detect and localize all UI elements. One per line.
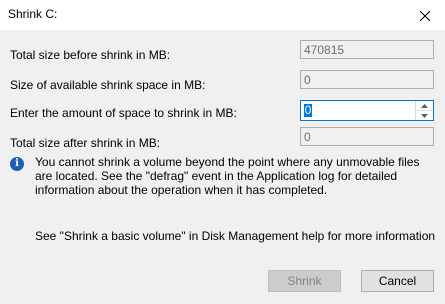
info-icon: i (10, 157, 24, 171)
total-size-after-label: Total size after shrink in MB: (10, 136, 161, 150)
info-message: You cannot shrink a volume beyond the po… (35, 155, 420, 197)
chevron-up-icon (421, 103, 428, 108)
chevron-down-icon (421, 113, 428, 118)
total-size-before-field: 470815 (300, 40, 434, 59)
window-title: Shrink C: (8, 7, 58, 21)
amount-to-shrink-spinbox[interactable]: 0 (300, 100, 434, 121)
amount-to-shrink-input[interactable]: 0 (304, 104, 312, 117)
total-size-before-label: Total size before shrink in MB: (10, 48, 171, 62)
close-button[interactable] (405, 0, 445, 30)
dialog-body: Total size before shrink in MB: 470815 S… (0, 30, 445, 304)
title-bar: Shrink C: (0, 0, 445, 30)
available-shrink-field: 0 (300, 70, 434, 89)
shrink-button[interactable]: Shrink (268, 270, 341, 292)
available-shrink-label: Size of available shrink space in MB: (10, 78, 206, 92)
close-icon (419, 10, 431, 21)
spin-up-button[interactable] (416, 101, 433, 111)
amount-to-shrink-label: Enter the amount of space to shrink in M… (10, 106, 237, 120)
help-message: See "Shrink a basic volume" in Disk Mana… (35, 229, 436, 243)
total-size-after-field: 0 (300, 127, 434, 146)
cancel-button[interactable]: Cancel (361, 270, 434, 292)
spin-down-button[interactable] (416, 111, 433, 120)
spin-buttons (415, 101, 433, 120)
